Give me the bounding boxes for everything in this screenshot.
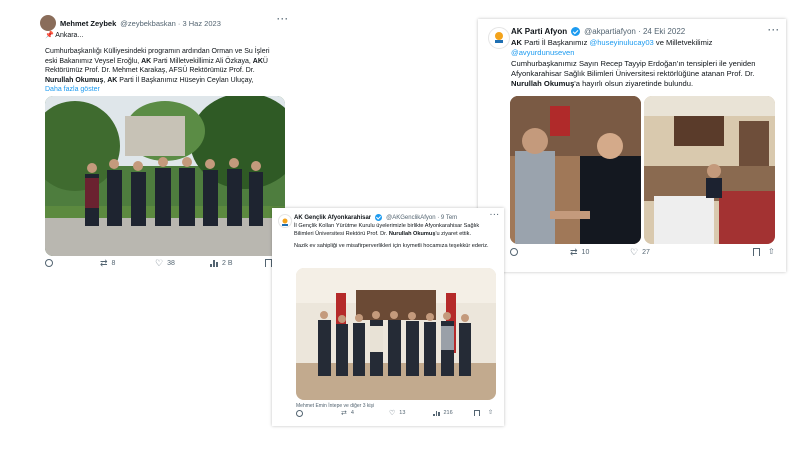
- retweet-button[interactable]: ⇄ 8: [100, 257, 116, 268]
- heart-icon: ♡: [389, 409, 396, 417]
- reply-icon: [296, 409, 303, 417]
- office-group-photo-illustration: [296, 268, 496, 400]
- mention-link[interactable]: @huseyinulucay03: [590, 38, 654, 47]
- avatar[interactable]: [40, 15, 56, 31]
- show-more-link[interactable]: Daha fazla göster: [45, 85, 283, 94]
- verified-icon: [375, 214, 383, 221]
- heart-icon: ♡: [630, 246, 639, 257]
- tweet-photo-group[interactable]: [296, 268, 496, 400]
- bookmark-button[interactable]: [753, 248, 760, 256]
- like-count: 38: [167, 259, 175, 267]
- retweet-icon: ⇄: [341, 409, 347, 417]
- reply-icon: [510, 248, 518, 256]
- ak-party-logo-icon: [495, 32, 503, 43]
- author-name[interactable]: AK Parti Afyon: [511, 27, 567, 36]
- bookmark-button[interactable]: [265, 259, 272, 267]
- tweet-card-mehmet-zeybek[interactable]: Mehmet Zeybek @zeybekbaskan · 3 Haz 2023…: [40, 12, 290, 277]
- reply-button[interactable]: [296, 409, 303, 417]
- retweet-button[interactable]: ⇄ 4: [341, 410, 354, 417]
- like-count: 27: [642, 248, 650, 256]
- like-count: 13: [399, 410, 406, 416]
- share-icon: ⇧: [488, 410, 494, 416]
- reply-button[interactable]: [45, 259, 53, 267]
- ak-genclik-logo-icon: [282, 218, 288, 226]
- office-photo-illustration: [644, 96, 775, 244]
- tweet-body-2: Nazik ev sahipliği ve misafirperverlikle…: [294, 243, 489, 250]
- avatar[interactable]: [488, 27, 510, 49]
- tweet-text: AK Parti İl Başkanımız @huseyinulucay03 …: [511, 38, 776, 89]
- views-icon: [210, 259, 218, 267]
- tweet-body: Cumhurbaşkanlığı Külliyesindeki programı…: [45, 48, 270, 84]
- reply-icon: [45, 259, 53, 267]
- retweet-count: 8: [111, 259, 116, 267]
- tweet-photo-right[interactable]: [644, 96, 775, 244]
- author-name[interactable]: AK Gençlik Afyonkarahisar: [294, 215, 371, 221]
- share-button[interactable]: ⇧: [768, 248, 775, 256]
- views-icon: [433, 410, 440, 416]
- like-button[interactable]: ♡ 27: [630, 246, 650, 257]
- views-count: 216: [443, 410, 453, 416]
- more-icon[interactable]: ···: [490, 212, 500, 219]
- bookmark-icon: [474, 410, 480, 416]
- retweet-count: 4: [350, 410, 354, 416]
- views-button[interactable]: 216: [433, 410, 453, 416]
- retweet-icon: ⇄: [100, 257, 108, 268]
- tweet-card-ak-genclik-afyonkarahisar[interactable]: AK Gençlik Afyonkarahisar @AKGenclikAfyo…: [272, 208, 504, 426]
- retweet-icon: ⇄: [570, 246, 578, 257]
- more-icon[interactable]: ···: [768, 25, 780, 35]
- group-photo-illustration: [45, 96, 285, 256]
- views-count: 2 B: [222, 259, 233, 267]
- handshake-photo-illustration: [510, 96, 641, 244]
- share-icon: ⇧: [768, 247, 775, 256]
- retweet-button[interactable]: ⇄ 10: [570, 246, 590, 257]
- avatar[interactable]: [278, 214, 292, 228]
- bookmark-button[interactable]: [474, 410, 480, 416]
- reply-button[interactable]: [510, 248, 518, 256]
- photo-tag-line[interactable]: Mehmet Emin İntepe ve diğer 3 kişi: [296, 403, 374, 409]
- mention-link[interactable]: @avyurdunuseven: [511, 48, 776, 58]
- handle-date[interactable]: @akpartiafyon · 24 Eki 2022: [584, 27, 685, 36]
- tweet-text: İl Gençlik Kolları Yürütme Kurulu üyeler…: [294, 223, 499, 251]
- like-button[interactable]: ♡ 38: [155, 257, 175, 268]
- handle-date[interactable]: @AKGenclikAfyon · 9 Tem: [386, 215, 457, 221]
- share-button[interactable]: ⇧: [488, 410, 493, 416]
- bookmark-icon: [753, 248, 760, 256]
- heart-icon: ♡: [155, 257, 164, 268]
- retweet-count: 10: [581, 248, 590, 256]
- tweet-photo-group[interactable]: [45, 96, 285, 256]
- like-button[interactable]: ♡ 13: [389, 410, 405, 417]
- author-name[interactable]: Mehmet Zeybek: [60, 19, 116, 28]
- views-button[interactable]: 2 B: [210, 259, 233, 267]
- tweet-text: 📌 Ankara... Cumhurbaşkanlığı Külliyesind…: [45, 31, 283, 95]
- bookmark-icon: [265, 259, 272, 267]
- verified-icon: [571, 27, 581, 36]
- more-icon[interactable]: ···: [277, 14, 289, 24]
- handle-date[interactable]: @zeybekbaskan · 3 Haz 2023: [120, 19, 221, 28]
- tweet-photo-left[interactable]: [510, 96, 641, 244]
- tweet-card-ak-parti-afyon[interactable]: AK Parti Afyon @akpartiafyon · 24 Eki 20…: [478, 19, 786, 272]
- pin-line: 📌 Ankara...: [45, 32, 84, 39]
